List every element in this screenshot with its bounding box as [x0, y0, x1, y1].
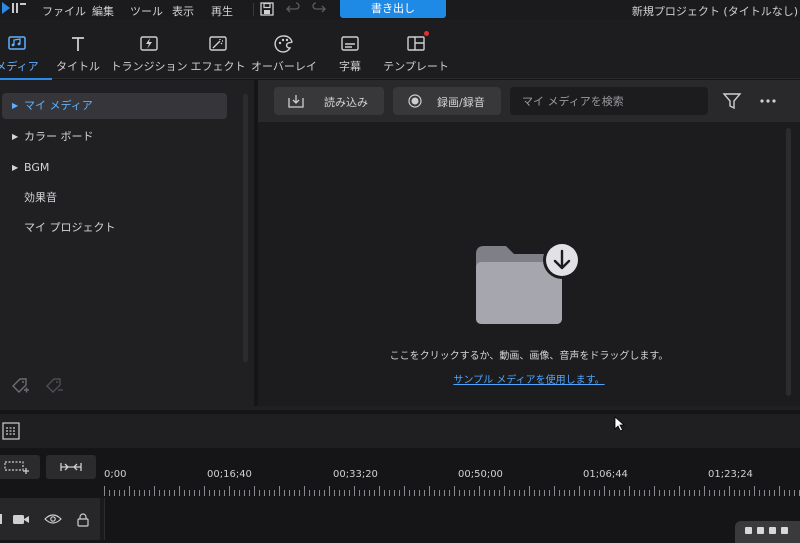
menu-file[interactable]: ファイル	[42, 3, 86, 19]
timeline-view-icon[interactable]	[2, 422, 20, 440]
tab-template[interactable]: テンプレート	[376, 20, 456, 78]
tab-transition-label: トランジション	[110, 60, 188, 73]
tab-title-label: タイトル	[56, 60, 100, 73]
tree-item-bgm[interactable]: ▶ BGM	[2, 155, 227, 181]
tree-item-label: マイ メディア	[24, 99, 93, 112]
timeline-ruler[interactable]	[104, 484, 800, 498]
record-icon	[408, 94, 422, 108]
ruler-label: 01;06;44	[583, 469, 628, 480]
add-track-button[interactable]	[0, 455, 40, 479]
tab-effect-label: エフェクト	[190, 60, 246, 73]
zoom-handle-dot	[757, 527, 764, 534]
tree-item-my-projects[interactable]: マイ プロジェクト	[2, 215, 227, 241]
record-button[interactable]: 録画/録音	[393, 87, 501, 115]
project-title: 新規プロジェクト (タイトルなし)	[631, 5, 798, 18]
library-panel: ▶ マイ メディア ▶ カラー ボード ▶ BGM 効果音 マイ プロジェクト	[0, 80, 800, 410]
video-track-icon	[13, 515, 29, 524]
expand-arrow-icon[interactable]: ▶	[12, 155, 18, 181]
expand-arrow-icon[interactable]: ▶	[12, 93, 18, 119]
overlay-icon	[274, 35, 293, 53]
tab-overlay-label: オーバーレイ	[251, 60, 317, 73]
track-header	[0, 498, 100, 540]
video-track-area[interactable]	[104, 498, 800, 540]
add-track-icon	[4, 461, 29, 474]
menu-bar: ファイル 編集 ツール 表示 再生 書き出し 新規プロジェクト (タイトルなし)	[0, 0, 800, 20]
tab-transition[interactable]: トランジション	[110, 20, 188, 78]
media-icon	[8, 36, 26, 50]
title-icon	[72, 37, 84, 51]
sample-media-link[interactable]: サンプル メディアを使用します。	[258, 371, 800, 386]
zoom-handle-dot	[769, 527, 776, 534]
tree-item-label: 効果音	[24, 191, 57, 204]
mouse-pointer-icon	[614, 416, 626, 432]
ruler-label: 00;16;40	[207, 469, 252, 480]
room-tab-bar: メディア タイトル トランジション エフェクト オーバーレイ 字幕 テンプレート	[0, 20, 800, 80]
lock-icon[interactable]	[76, 513, 90, 527]
import-button[interactable]: 読み込み	[274, 87, 384, 115]
timeline-toolbar	[0, 449, 800, 487]
tree-item-sound-effects[interactable]: 効果音	[2, 185, 227, 211]
transition-icon	[140, 36, 158, 51]
tab-template-label: テンプレート	[383, 60, 449, 73]
add-tag-icon[interactable]	[10, 376, 30, 396]
menu-tools[interactable]: ツール	[130, 3, 163, 19]
redo-icon[interactable]	[311, 1, 327, 17]
tab-title[interactable]: タイトル	[42, 20, 114, 78]
app-logo-icon	[2, 2, 26, 14]
effect-icon	[209, 36, 227, 51]
ruler-label: 00;50;00	[458, 469, 503, 480]
more-options-icon[interactable]	[758, 92, 778, 110]
library-tree-panel: ▶ マイ メディア ▶ カラー ボード ▶ BGM 効果音 マイ プロジェクト	[0, 80, 258, 406]
zoom-handle-dot	[745, 527, 752, 534]
media-toolbar: 読み込み 録画/録音	[258, 80, 800, 122]
fit-timeline-button[interactable]	[46, 455, 96, 479]
tree-scrollbar[interactable]	[243, 94, 248, 362]
tree-item-label: マイ プロジェクト	[24, 221, 116, 234]
tree-item-label: カラー ボード	[24, 130, 94, 143]
drop-hint-text: ここをクリックするか、動画、画像、音声をドラッグします。	[389, 351, 669, 362]
ruler-label: 01;23;24	[708, 469, 753, 480]
import-icon	[288, 95, 304, 108]
record-label: 録画/録音	[437, 96, 485, 109]
tab-overlay[interactable]: オーバーレイ	[248, 20, 320, 78]
fit-timeline-icon	[60, 463, 82, 471]
zoom-handle-dot	[781, 527, 788, 534]
export-button[interactable]: 書き出し	[340, 0, 446, 18]
undo-icon[interactable]	[285, 1, 301, 17]
folder-download-icon	[476, 241, 581, 324]
ruler-label: 0;00	[104, 469, 127, 480]
save-icon[interactable]	[259, 1, 275, 17]
menu-edit[interactable]: 編集	[92, 3, 114, 19]
import-label: 読み込み	[324, 96, 368, 109]
menu-view[interactable]: 表示	[172, 3, 194, 19]
track-number-icon	[0, 514, 2, 524]
expand-arrow-icon[interactable]: ▶	[12, 124, 18, 150]
remove-tag-icon[interactable]	[44, 376, 64, 396]
tab-effect[interactable]: エフェクト	[182, 20, 254, 78]
new-badge-dot	[424, 31, 429, 36]
ruler-label: 00;33;20	[333, 469, 378, 480]
tree-item-color-board[interactable]: ▶ カラー ボード	[2, 124, 227, 150]
timeline-header	[0, 414, 800, 448]
menu-separator	[253, 3, 254, 16]
tree-item-my-media[interactable]: ▶ マイ メディア	[2, 93, 227, 119]
template-icon	[407, 36, 425, 51]
menu-playback[interactable]: 再生	[211, 3, 233, 19]
media-drop-area[interactable]: ここをクリックするか、動画、画像、音声をドラッグします。 サンプル メディアを使…	[258, 122, 800, 406]
subtitle-icon	[341, 36, 359, 51]
visibility-eye-icon[interactable]	[44, 513, 62, 525]
tree-item-label: BGM	[24, 161, 50, 174]
filter-icon[interactable]	[722, 91, 742, 111]
search-input[interactable]	[510, 87, 708, 115]
media-panel: 読み込み 録画/録音 マイ メディアを検索 ここをクリックするか、動画、画像、音…	[258, 80, 800, 406]
